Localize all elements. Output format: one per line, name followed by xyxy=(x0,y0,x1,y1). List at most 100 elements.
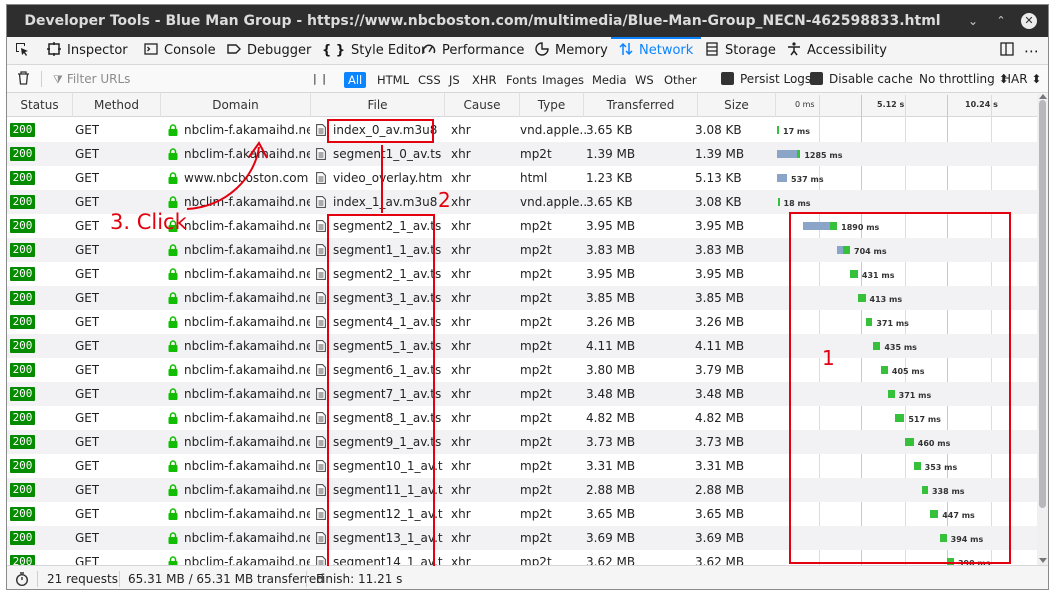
request-size: 3.95 MB xyxy=(695,267,745,281)
request-cause: xhr xyxy=(451,555,471,565)
timing-bar[interactable] xyxy=(777,150,801,158)
tab-accessibility[interactable]: Accessibility xyxy=(787,37,887,65)
file-icon xyxy=(316,556,326,565)
lock-icon xyxy=(168,364,178,376)
divider xyxy=(41,71,42,87)
dock-icon[interactable] xyxy=(1000,37,1020,65)
more-options-icon[interactable]: ⋯ xyxy=(1024,37,1039,65)
divider xyxy=(119,571,120,587)
request-transferred: 3.65 KB xyxy=(586,195,633,209)
status-badge: 200 xyxy=(10,339,35,353)
filter-type-ws[interactable]: WS xyxy=(631,72,658,88)
clear-log-icon[interactable] xyxy=(17,65,30,93)
column-type[interactable]: Type xyxy=(520,93,584,117)
tab-inspector[interactable]: Inspector xyxy=(47,37,128,65)
request-size: 3.08 KB xyxy=(695,123,742,137)
column-domain[interactable]: Domain xyxy=(161,93,311,117)
persist-logs-checkbox[interactable]: Persist Logs xyxy=(721,65,811,93)
request-transferred: 3.95 MB xyxy=(586,219,636,233)
request-list-scrollbar[interactable] xyxy=(1037,94,1048,565)
lock-icon xyxy=(168,532,178,544)
request-cause: xhr xyxy=(451,387,471,401)
filter-type-fonts[interactable]: Fonts xyxy=(502,72,541,88)
tab-style-editor[interactable]: { } Style Editor xyxy=(322,37,426,65)
throttling-select[interactable]: No throttling ⬍ xyxy=(919,65,1009,93)
tab-memory[interactable]: Memory xyxy=(535,37,608,65)
lock-icon xyxy=(168,556,178,565)
filter-type-other[interactable]: Other xyxy=(660,72,701,88)
tab-console[interactable]: Console xyxy=(144,37,216,65)
request-domain: nbclim-f.akamaihd.net xyxy=(184,363,310,377)
tab-debugger[interactable]: Debugger xyxy=(227,37,311,65)
close-icon[interactable]: ✕ xyxy=(1021,13,1037,29)
request-size: 3.48 MB xyxy=(695,387,745,401)
timing-bar[interactable] xyxy=(777,198,780,206)
request-type: mp2t xyxy=(520,555,552,565)
storage-icon xyxy=(706,42,718,56)
request-transferred: 3.62 MB xyxy=(586,555,636,565)
filter-type-html[interactable]: HTML xyxy=(373,72,413,88)
lock-icon xyxy=(168,460,178,472)
minimize-icon[interactable]: ⌄ xyxy=(965,13,981,29)
filter-type-media[interactable]: Media xyxy=(588,72,631,88)
request-cause: xhr xyxy=(451,531,471,545)
request-domain: nbclim-f.akamaihd.net xyxy=(184,507,310,521)
file-icon xyxy=(316,340,326,352)
status-badge: 200 xyxy=(10,147,35,161)
tab-storage[interactable]: Storage xyxy=(705,37,776,65)
maximize-icon[interactable]: ⌃ xyxy=(993,13,1009,29)
request-size: 1.39 MB xyxy=(695,147,745,161)
pause-icon[interactable]: | | xyxy=(313,65,327,93)
column-method[interactable]: Method xyxy=(73,93,161,117)
column-status[interactable]: Status xyxy=(7,93,73,117)
annotation-arrows xyxy=(186,141,383,213)
filter-type-xhr[interactable]: XHR xyxy=(468,72,501,88)
request-size: 3.31 MB xyxy=(695,459,745,473)
filter-type-js[interactable]: JS xyxy=(445,72,464,88)
finish-time: Finish: 11.21 s xyxy=(316,572,403,586)
annotation-highlight-segment-files xyxy=(327,214,435,566)
request-cause: xhr xyxy=(451,243,471,257)
tab-network[interactable]: Network xyxy=(610,37,702,65)
filter-icon: ⧩ xyxy=(53,73,63,86)
timing-bar[interactable] xyxy=(777,174,788,182)
filter-urls-input[interactable]: ⧩ Filter URLs xyxy=(53,65,130,93)
column-size[interactable]: Size xyxy=(698,93,776,117)
filter-type-css[interactable]: CSS xyxy=(414,72,445,88)
column-file[interactable]: File xyxy=(311,93,445,117)
debugger-icon xyxy=(227,44,241,54)
timing-bar-wait xyxy=(777,174,788,182)
har-menu[interactable]: HAR ⬍ xyxy=(1002,65,1041,93)
column-transferred[interactable]: Transferred xyxy=(584,93,698,117)
status-badge: 200 xyxy=(10,435,35,449)
request-cause: xhr xyxy=(451,459,471,473)
request-type: mp2t xyxy=(520,243,552,257)
filter-type-images[interactable]: Images xyxy=(538,72,588,88)
request-type: mp2t xyxy=(520,219,552,233)
disable-cache-checkbox[interactable]: Disable cache xyxy=(810,65,913,93)
request-method: GET xyxy=(75,555,100,565)
pick-element-icon[interactable] xyxy=(15,37,35,65)
request-transferred: 3.31 MB xyxy=(586,459,636,473)
performance-analysis-icon[interactable] xyxy=(15,566,29,589)
scroll-down-icon[interactable] xyxy=(1039,558,1047,563)
scroll-up-icon[interactable] xyxy=(1039,94,1047,99)
tab-performance[interactable]: Performance xyxy=(422,37,524,65)
accessibility-icon xyxy=(788,42,800,56)
request-transferred: 3.85 MB xyxy=(586,291,636,305)
request-domain: nbclim-f.akamaihd.net xyxy=(184,315,310,329)
column-cause[interactable]: Cause xyxy=(445,93,520,117)
file-icon xyxy=(316,292,326,304)
filter-type-all[interactable]: All xyxy=(344,72,367,88)
request-transferred: 4.82 MB xyxy=(586,411,636,425)
scroll-thumb[interactable] xyxy=(1039,100,1046,508)
file-icon xyxy=(316,244,326,256)
file-icon xyxy=(316,532,326,544)
console-icon xyxy=(144,43,158,55)
request-method: GET xyxy=(75,171,100,185)
request-method: GET xyxy=(75,363,100,377)
status-badge: 200 xyxy=(10,387,35,401)
lock-icon xyxy=(168,508,178,520)
file-icon xyxy=(316,484,326,496)
timing-bar[interactable] xyxy=(777,126,779,134)
